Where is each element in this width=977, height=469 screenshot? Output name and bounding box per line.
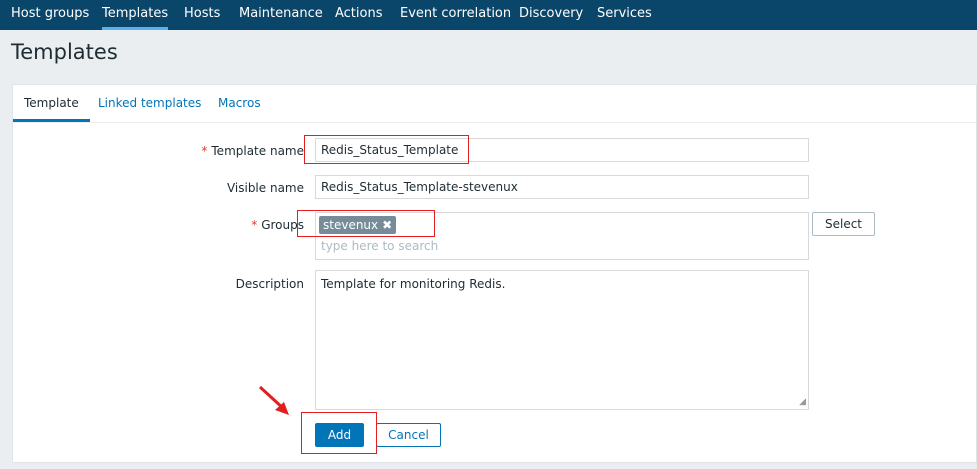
groups-search-input[interactable]: type here to search [321,239,438,253]
remove-icon[interactable]: ✖ [382,218,392,232]
template-name-label: * Template name [104,144,304,158]
required-mark: * [201,144,208,158]
nav-discovery[interactable]: Discovery [519,0,583,30]
nav-actions[interactable]: Actions [335,0,383,30]
cancel-button[interactable]: Cancel [376,423,441,447]
description-textarea[interactable]: Template for monitoring Redis. ◢ [315,270,809,410]
groups-label-text: Groups [261,218,304,232]
nav-hosts[interactable]: Hosts [184,0,220,30]
tab-template[interactable]: Template [13,85,90,122]
required-mark: * [251,218,258,232]
nav-host-groups[interactable]: Host groups [11,0,89,30]
nav-maintenance[interactable]: Maintenance [239,0,323,30]
visible-name-label: Visible name [226,181,304,195]
group-tag-label: stevenux [323,218,379,232]
top-nav: Host groups Templates Hosts Maintenance … [0,0,977,30]
tab-bar: Template Linked templates Macros [13,85,976,123]
visible-name-input[interactable]: Redis_Status_Template-stevenux [315,175,809,199]
template-name-input[interactable]: Redis_Status_Template [315,138,809,162]
select-button[interactable]: Select [812,212,875,236]
groups-label: * Groups [104,218,304,232]
tab-linked-templates[interactable]: Linked templates [87,85,212,122]
groups-multiselect[interactable]: stevenux ✖ type here to search [315,212,809,260]
resize-handle-icon[interactable]: ◢ [799,397,806,407]
group-tag: stevenux ✖ [319,216,397,234]
tab-macros[interactable]: Macros [207,85,272,122]
add-button[interactable]: Add [315,423,364,447]
template-name-label-text: Template name [211,144,304,158]
nav-templates[interactable]: Templates [102,0,169,30]
page-title: Templates [11,40,118,64]
annotation-arrow-icon [258,385,289,415]
nav-services[interactable]: Services [597,0,652,30]
nav-event-correlation[interactable]: Event correlation [400,0,511,30]
description-text: Template for monitoring Redis. [321,277,506,291]
description-label: Description [235,277,304,291]
